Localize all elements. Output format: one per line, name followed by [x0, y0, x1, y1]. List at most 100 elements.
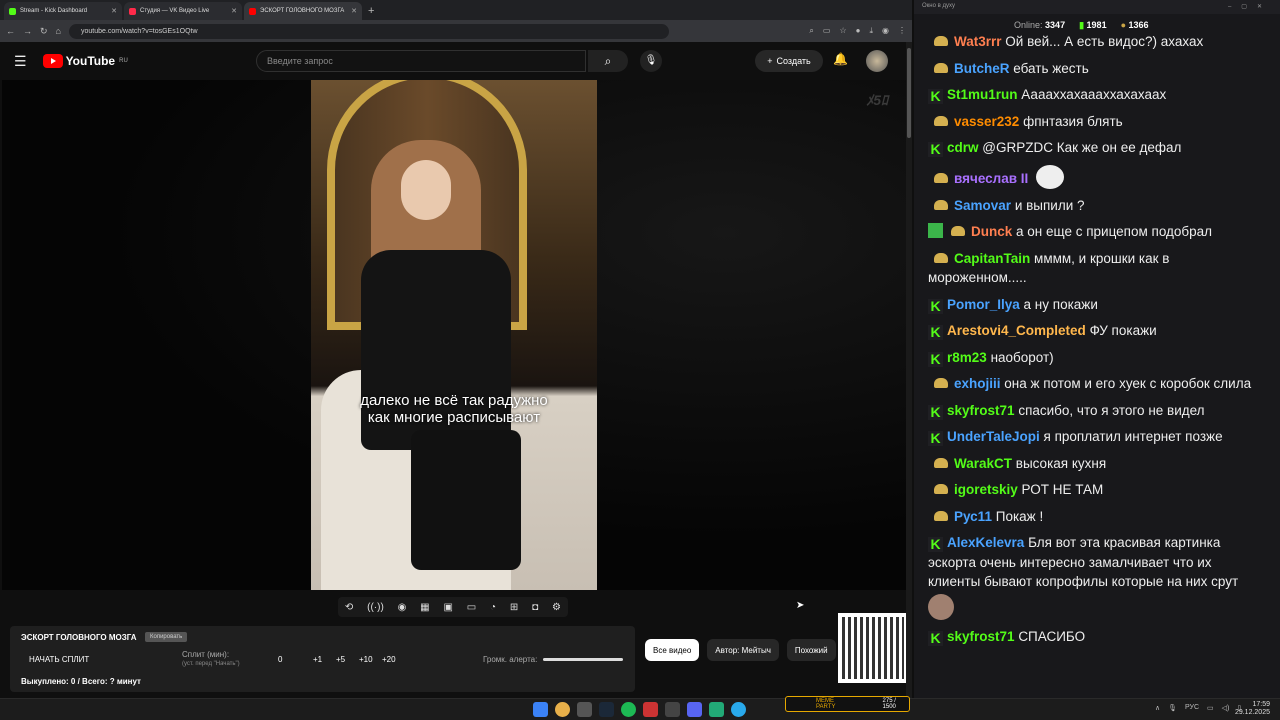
chat-username[interactable]: ButcheR	[954, 61, 1010, 76]
kick-badge-icon: K	[928, 431, 943, 446]
split-value-display: 0	[278, 655, 283, 664]
split-plus10-button[interactable]: +10	[359, 655, 382, 664]
home-icon[interactable]: ⌂	[56, 26, 61, 36]
star-icon[interactable]: ☆	[839, 26, 846, 36]
chat-username[interactable]: skyfrost71	[947, 629, 1015, 644]
telegram-icon[interactable]	[731, 702, 746, 717]
split-plus5-button[interactable]: +5	[336, 655, 359, 664]
new-tab-button[interactable]: +	[368, 2, 374, 20]
steam-icon[interactable]	[599, 702, 614, 717]
chevron-up-icon[interactable]: ∧	[1155, 704, 1160, 712]
more-icon[interactable]: ⋮	[898, 26, 906, 36]
cast-icon[interactable]: ▭	[823, 26, 831, 36]
clock[interactable]: 17:59 29.12.2025	[1235, 701, 1270, 717]
chat-username[interactable]: exhojiii	[954, 376, 1001, 391]
chat-text: я проплатил интернет позже	[1043, 429, 1223, 444]
network-icon[interactable]: ▭	[1207, 704, 1214, 712]
app-icon[interactable]	[709, 702, 724, 717]
create-label: Создать	[776, 56, 811, 66]
start-icon[interactable]	[533, 702, 548, 717]
search-input[interactable]: Введите запрос	[256, 50, 586, 72]
chat-username[interactable]: skyfrost71	[947, 403, 1015, 418]
chrome-icon[interactable]	[555, 702, 570, 717]
reload-icon[interactable]: ↻	[40, 26, 48, 37]
chat-username[interactable]: vasser232	[954, 114, 1019, 129]
zoom-icon[interactable]: ⌕	[809, 26, 813, 36]
split-label: Сплит (мин):	[182, 650, 230, 659]
create-button[interactable]: + Создать	[755, 50, 823, 72]
chat-username[interactable]: r8m23	[947, 350, 987, 365]
video-player[interactable]: ﾒ5ﾛ далеко не всё так радужно как многие…	[2, 80, 906, 590]
tab-vk[interactable]: Студия — VK Видео Live ✕	[124, 2, 242, 20]
close-icon[interactable]: ✕	[351, 7, 357, 15]
chat-username[interactable]: вячеслав II	[954, 171, 1028, 186]
mic-button[interactable]: 🎙	[640, 50, 662, 72]
meme-party-count: 275 / 1500	[882, 698, 896, 710]
split-hint: (уст. перед "Начать")	[182, 661, 240, 667]
film-icon[interactable]: ▦	[420, 602, 429, 613]
extension-icon[interactable]: ●	[856, 26, 861, 36]
screen-icon[interactable]: ▭	[467, 602, 476, 613]
youtube-logo[interactable]: YouTube RU	[42, 54, 128, 68]
chat-username[interactable]: Samovar	[954, 198, 1011, 213]
chat-username[interactable]: igoretskiy	[954, 482, 1018, 497]
window-controls[interactable]: –▢✕	[1228, 3, 1272, 11]
tab-kick[interactable]: Stream - Kick Dashboard ✕	[4, 2, 122, 20]
lang-indicator[interactable]: РУС	[1185, 704, 1199, 712]
start-split-button[interactable]: НАЧАТЬ СПЛИТ	[29, 655, 89, 664]
app-icon[interactable]	[665, 702, 680, 717]
kick-badge-icon: K	[928, 89, 943, 104]
search-button[interactable]: ⌕	[588, 50, 628, 72]
copy-button[interactable]: Копировать	[145, 632, 188, 642]
split-plus20-button[interactable]: +20	[382, 655, 405, 664]
bell-icon[interactable]: 🔔	[833, 52, 848, 66]
back-icon[interactable]: ←	[6, 26, 15, 36]
chat-username[interactable]: Dunck	[971, 224, 1012, 239]
chat-username[interactable]: Рус11	[954, 509, 992, 524]
chat-username[interactable]: UnderTaleJopi	[947, 429, 1040, 444]
eye-icon[interactable]: ◉	[398, 602, 407, 613]
app-icon[interactable]	[643, 702, 658, 717]
speed-icon[interactable]: ◔	[490, 602, 496, 613]
close-icon[interactable]: ✕	[231, 7, 237, 15]
chip-author[interactable]: Автор: Мейтыч	[707, 639, 779, 661]
chip-all-videos[interactable]: Все видео	[645, 639, 700, 661]
chat-username[interactable]: St1mu1run	[947, 87, 1018, 102]
hamburger-menu-icon[interactable]: ☰	[14, 53, 27, 70]
split-plus1-button[interactable]: +1	[313, 655, 336, 664]
chip-similar[interactable]: Похожий	[786, 639, 836, 661]
avatar[interactable]	[866, 50, 888, 72]
page-scrollbar[interactable]	[906, 42, 912, 698]
volume-icon[interactable]: ◁)	[1222, 704, 1230, 712]
broadcast-icon[interactable]: ((·))	[367, 602, 384, 613]
close-icon[interactable]: ✕	[111, 7, 117, 15]
app-icon[interactable]	[577, 702, 592, 717]
chat-username[interactable]: AlexKelevra	[947, 535, 1024, 550]
meme-party-widget: MEME PARTY 275 / 1500	[785, 696, 910, 712]
chat-text: Ааааххахаааххахахаах	[1021, 87, 1167, 102]
crown-badge-icon	[934, 252, 948, 263]
chat-username[interactable]: Arestovi4_Completed	[947, 323, 1086, 338]
chat-username[interactable]: cdrw	[947, 140, 979, 155]
chat-username[interactable]: Pomor_Ilya	[947, 297, 1020, 312]
camera-icon[interactable]: ◘	[532, 602, 538, 613]
add-icon[interactable]: ⊞	[510, 602, 518, 613]
scrollbar-thumb[interactable]	[907, 48, 911, 138]
gear-icon[interactable]: ⚙	[552, 602, 561, 613]
profile-icon[interactable]: ◉	[882, 26, 889, 36]
player-extension-controls: ⟲ ((·)) ◉ ▦ ▣ ▭ ◔ ⊞ ◘ ⚙	[338, 597, 568, 617]
chat-username[interactable]: WarakCT	[954, 456, 1012, 471]
tab-label: ЭСКОРТ ГОЛОВНОГО МОЗГА	[260, 8, 345, 14]
pip-icon[interactable]: ▣	[443, 602, 452, 613]
url-field[interactable]: youtube.com/watch?v=tosGEs1OQtw	[68, 23, 669, 39]
forward-icon[interactable]: →	[23, 26, 32, 36]
tab-youtube[interactable]: ЭСКОРТ ГОЛОВНОГО МОЗГА ✕	[244, 2, 362, 20]
spotify-icon[interactable]	[621, 702, 636, 717]
loop-icon[interactable]: ⟲	[345, 602, 353, 613]
chat-username[interactable]: CapitanTain	[954, 251, 1030, 266]
download-icon[interactable]: ⤓	[869, 26, 873, 36]
app-icon[interactable]	[687, 702, 702, 717]
chat-username[interactable]: Wat3rrr	[954, 34, 1002, 49]
mic-tray-icon[interactable]: 🎙	[1168, 704, 1177, 712]
alert-volume-slider[interactable]	[543, 658, 623, 661]
